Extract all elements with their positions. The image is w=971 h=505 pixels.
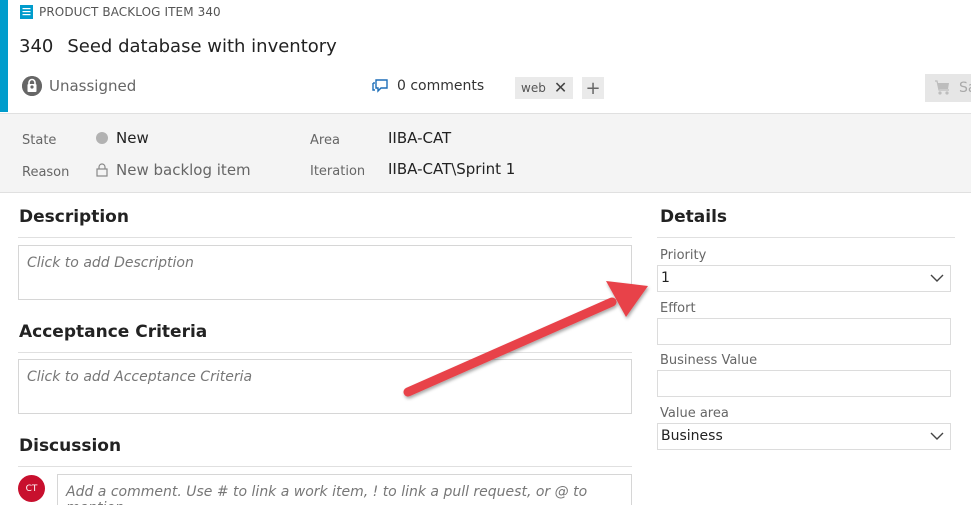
state-dot-icon: [96, 132, 108, 144]
priority-value: 1: [661, 270, 670, 286]
description-heading: Description: [19, 207, 129, 227]
remove-tag-icon[interactable]: ✕: [554, 80, 567, 96]
backlog-item-icon: [20, 5, 33, 19]
state-value: New: [116, 129, 149, 147]
work-item-fields-bar: State New Reason New backlog item Area I…: [0, 113, 971, 193]
lock-icon: [96, 163, 108, 177]
state-label: State: [22, 133, 57, 148]
work-item-title[interactable]: Seed database with inventory: [67, 36, 336, 57]
area-label: Area: [310, 133, 340, 148]
value-area-value: Business: [661, 428, 723, 444]
details-heading: Details: [660, 207, 728, 227]
acceptance-criteria-placeholder: Click to add Acceptance Criteria: [27, 369, 253, 385]
work-item-id: 340: [19, 36, 54, 57]
details-divider: [657, 237, 955, 238]
acceptance-divider: [18, 352, 632, 353]
discussion-divider: [18, 466, 632, 467]
comment-input[interactable]: Add a comment. Use # to link a work item…: [57, 474, 632, 505]
comments-count: 0 comments: [397, 78, 485, 94]
value-area-label: Value area: [660, 406, 729, 421]
reason-field: New backlog item: [96, 161, 251, 179]
reason-value: New backlog item: [116, 161, 251, 179]
meta-row: Unassigned 0 comments web ✕ + Save: [22, 74, 971, 102]
iteration-field[interactable]: IIBA-CAT\Sprint 1: [388, 160, 515, 178]
reason-label: Reason: [22, 165, 70, 180]
work-item-type-color-bar: [0, 0, 8, 112]
tag-label: web: [521, 81, 546, 95]
save-icon: [935, 80, 949, 95]
save-button[interactable]: Save: [925, 74, 971, 102]
chevron-down-icon: [930, 274, 944, 282]
area-value: IIBA-CAT: [388, 129, 452, 147]
work-item-header: PRODUCT BACKLOG ITEM 340 340 Seed databa…: [8, 0, 971, 113]
chevron-down-icon: [930, 432, 944, 440]
add-tag-button[interactable]: +: [582, 77, 604, 99]
description-divider: [18, 237, 632, 238]
priority-select[interactable]: 1: [657, 265, 951, 292]
unassigned-avatar-icon: [22, 76, 42, 96]
iteration-value: IIBA-CAT\Sprint 1: [388, 160, 516, 178]
acceptance-criteria-heading: Acceptance Criteria: [19, 322, 208, 342]
title-row: 340 Seed database with inventory: [19, 36, 337, 57]
discussion-heading: Discussion: [19, 436, 122, 456]
iteration-label: Iteration: [310, 164, 366, 179]
business-value-input[interactable]: [657, 370, 951, 397]
value-area-select[interactable]: Business: [657, 423, 951, 450]
area-field[interactable]: IIBA-CAT: [388, 129, 451, 147]
save-label: Save: [959, 80, 971, 96]
tag-web[interactable]: web ✕: [515, 77, 574, 99]
work-item-type-label: PRODUCT BACKLOG ITEM 340: [39, 5, 221, 19]
work-item-type: PRODUCT BACKLOG ITEM 340: [20, 5, 221, 19]
avatar-initials: CT: [25, 483, 38, 494]
plus-icon: +: [585, 77, 601, 99]
assignee-picker[interactable]: Unassigned: [22, 76, 136, 96]
comment-placeholder: Add a comment. Use # to link a work item…: [66, 484, 588, 505]
current-user-avatar: CT: [18, 475, 45, 502]
priority-label: Priority: [660, 248, 707, 263]
state-field[interactable]: New: [96, 129, 149, 147]
effort-input[interactable]: [657, 318, 951, 345]
description-editor[interactable]: Click to add Description: [18, 245, 632, 300]
description-placeholder: Click to add Description: [27, 255, 194, 271]
business-value-label: Business Value: [660, 353, 758, 368]
assignee-name: Unassigned: [49, 77, 137, 95]
comments-link[interactable]: 0 comments: [372, 78, 484, 94]
comments-icon: [372, 79, 388, 93]
effort-label: Effort: [660, 301, 696, 316]
acceptance-criteria-editor[interactable]: Click to add Acceptance Criteria: [18, 359, 632, 414]
